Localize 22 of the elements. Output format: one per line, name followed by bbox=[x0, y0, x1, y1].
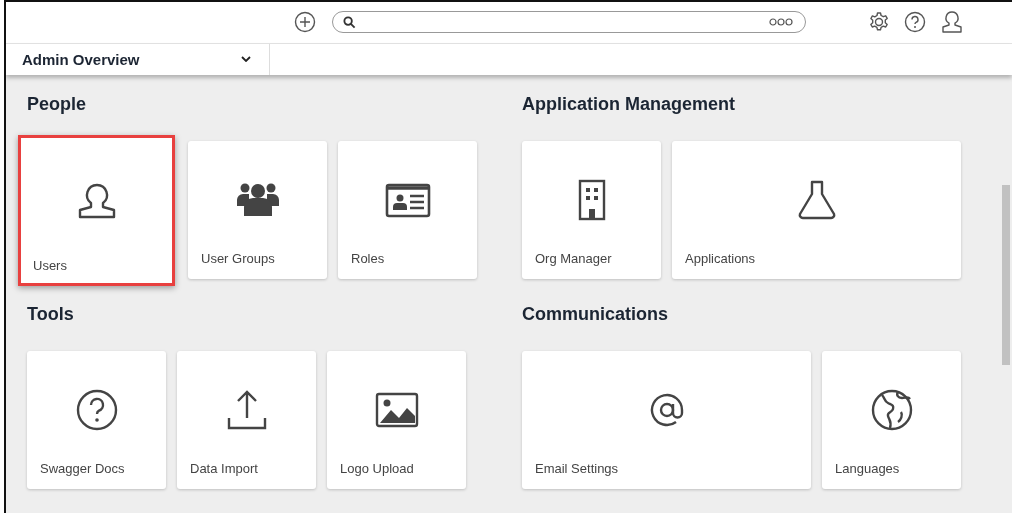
admin-tile[interactable]: Swagger Docs bbox=[27, 351, 166, 489]
scrollbar-thumb[interactable] bbox=[1002, 185, 1010, 365]
admin-tile[interactable]: Users bbox=[18, 135, 175, 286]
section-title: Tools bbox=[27, 303, 75, 325]
add-icon[interactable] bbox=[294, 11, 316, 34]
search-icon bbox=[343, 15, 356, 29]
account-icon[interactable] bbox=[940, 10, 964, 35]
admin-tile[interactable]: User Groups bbox=[188, 141, 327, 279]
admin-tile[interactable]: Roles bbox=[338, 141, 477, 279]
admin-tile[interactable]: Org Manager bbox=[522, 141, 661, 279]
admin-tile[interactable]: Logo Upload bbox=[327, 351, 466, 489]
settings-icon[interactable] bbox=[868, 11, 890, 34]
chevron-down-icon bbox=[241, 56, 251, 63]
admin-tile[interactable]: Languages bbox=[822, 351, 961, 489]
section-title: People bbox=[27, 93, 88, 115]
more-icon[interactable] bbox=[769, 18, 793, 27]
section-title: Communications bbox=[522, 303, 669, 325]
admin-tile[interactable]: Applications bbox=[672, 141, 961, 279]
admin-tile[interactable]: Email Settings bbox=[522, 351, 811, 489]
admin-tile[interactable]: Data Import bbox=[177, 351, 316, 489]
help-icon[interactable] bbox=[904, 11, 926, 34]
section-title: Application Management bbox=[522, 93, 737, 115]
